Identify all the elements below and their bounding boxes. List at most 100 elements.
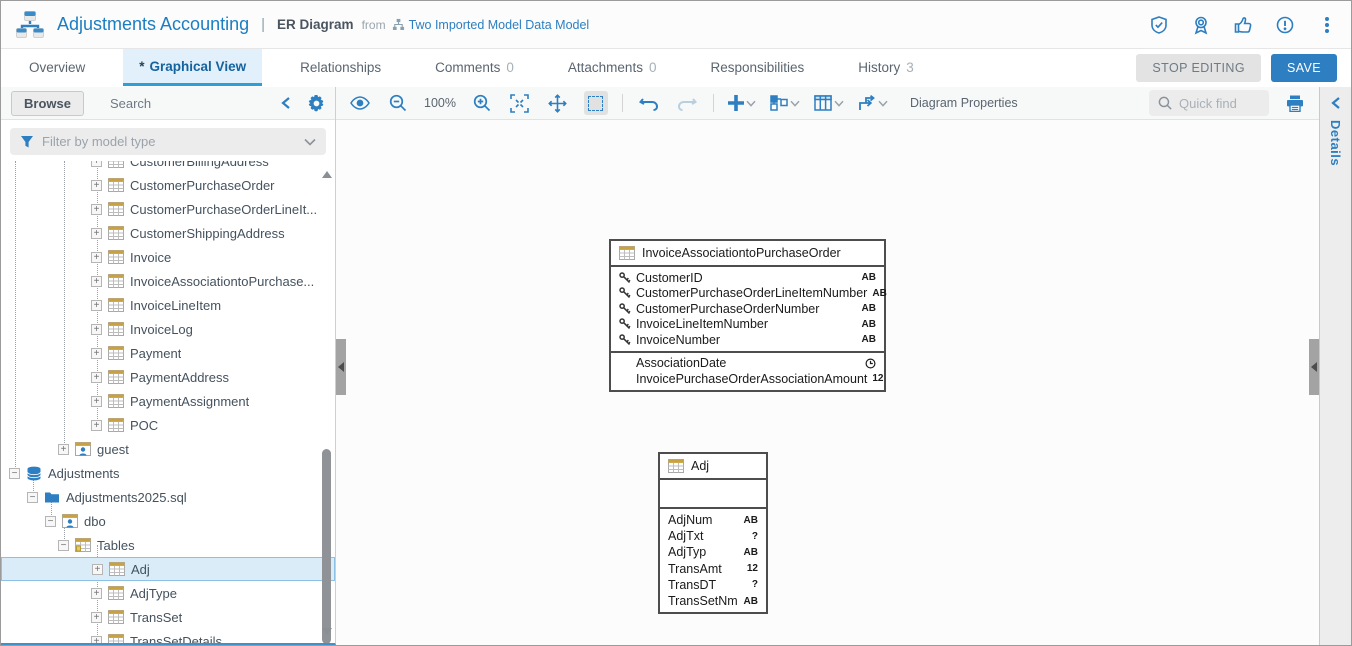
expand-details-icon[interactable]	[1330, 96, 1342, 110]
entity-header[interactable]: InvoiceAssociationtoPurchaseOrder	[611, 241, 884, 265]
redo-icon[interactable]	[675, 91, 699, 115]
expand-toggle[interactable]: +	[91, 204, 102, 215]
tree-item-table[interactable]: + POC	[1, 413, 335, 437]
marquee-select-icon[interactable]	[584, 91, 608, 115]
tree-item-table[interactable]: + PaymentAddress	[1, 365, 335, 389]
collapse-sidebar-icon[interactable]	[280, 96, 292, 110]
expand-toggle[interactable]: +	[92, 564, 103, 575]
table-columns-dropdown[interactable]	[814, 95, 844, 111]
model-link[interactable]: Two Imported Model Data Model	[392, 18, 590, 32]
attribute-row[interactable]: InvoicePurchaseOrderAssociationAmount 12	[611, 371, 884, 387]
save-button[interactable]: SAVE	[1271, 54, 1337, 82]
details-panel-label[interactable]: Details	[1328, 120, 1343, 166]
tree-item-tables-folder[interactable]: − Tables	[1, 533, 335, 557]
zoom-in-icon[interactable]	[470, 91, 494, 115]
expand-toggle[interactable]: +	[91, 372, 102, 383]
model-type-filter[interactable]	[10, 128, 326, 155]
expand-toggle[interactable]: +	[91, 252, 102, 263]
tab-graphical-view[interactable]: * Graphical View	[123, 49, 262, 86]
entity-adj[interactable]: Adj AdjNum AB AdjTxt ?	[658, 452, 768, 614]
attribute-row[interactable]: CustomerID AB	[611, 270, 884, 286]
scroll-down-arrow[interactable]	[322, 628, 332, 635]
entity-header[interactable]: Adj	[660, 454, 766, 478]
add-object-dropdown[interactable]	[728, 95, 756, 111]
expand-toggle[interactable]: +	[91, 300, 102, 311]
expand-toggle[interactable]: +	[91, 276, 102, 287]
expand-toggle[interactable]: +	[91, 348, 102, 359]
expand-toggle[interactable]: +	[91, 324, 102, 335]
attribute-row[interactable]: CustomerPurchaseOrderNumber AB	[611, 301, 884, 317]
attribute-row[interactable]: AdjTxt ?	[660, 528, 766, 544]
tab-responsibilities[interactable]: Responsibilities	[694, 49, 820, 86]
expand-toggle[interactable]: +	[91, 588, 102, 599]
expand-toggle[interactable]: −	[27, 492, 38, 503]
tree-item-table[interactable]: + Invoice	[1, 245, 335, 269]
entity-invoice-association[interactable]: InvoiceAssociationtoPurchaseOrder Custom…	[609, 239, 886, 392]
tree-item-table[interactable]: + CustomerPurchaseOrder	[1, 173, 335, 197]
tab-comments[interactable]: Comments 0	[419, 49, 530, 86]
expand-toggle[interactable]: +	[91, 420, 102, 431]
attribute-row[interactable]: InvoiceNumber AB	[611, 332, 884, 348]
diagram-area[interactable]: InvoiceAssociationtoPurchaseOrder Custom…	[336, 120, 1319, 645]
right-panel-collapse-handle[interactable]	[1309, 339, 1319, 395]
zoom-level[interactable]: 100%	[424, 96, 456, 110]
search-tab[interactable]: Search	[110, 96, 151, 111]
expand-toggle[interactable]: −	[45, 516, 56, 527]
fit-to-screen-icon[interactable]	[508, 91, 532, 115]
tree-item-table[interactable]: + CustomerBillingAddress	[1, 161, 335, 173]
tree-item-table[interactable]: + CustomerPurchaseOrderLineIt...	[1, 197, 335, 221]
left-panel-collapse-handle[interactable]	[336, 339, 346, 395]
tree-item-table[interactable]: + InvoiceLog	[1, 317, 335, 341]
tree-item-schema[interactable]: + guest	[1, 437, 335, 461]
expand-toggle[interactable]: +	[91, 161, 102, 167]
expand-toggle[interactable]: +	[91, 396, 102, 407]
kebab-menu-icon[interactable]	[1317, 15, 1337, 35]
diagram-objects-dropdown[interactable]	[770, 95, 800, 111]
zoom-out-icon[interactable]	[386, 91, 410, 115]
expand-toggle[interactable]: +	[91, 612, 102, 623]
attribute-row[interactable]: CustomerPurchaseOrderLineItemNumber AB	[611, 286, 884, 302]
diagram-properties-button[interactable]: Diagram Properties	[910, 96, 1018, 110]
thumbs-up-icon[interactable]	[1233, 15, 1253, 35]
quick-find-input[interactable]	[1179, 96, 1260, 111]
expand-toggle[interactable]: +	[91, 228, 102, 239]
gear-icon[interactable]	[308, 95, 325, 112]
expand-toggle[interactable]: +	[91, 180, 102, 191]
browse-tab[interactable]: Browse	[11, 91, 84, 116]
tree-item-table-selected[interactable]: + Adj	[1, 557, 335, 581]
tab-history[interactable]: History 3	[842, 49, 930, 86]
tree-item-folder[interactable]: − Adjustments2025.sql	[1, 485, 335, 509]
attribute-row[interactable]: AssociationDate	[611, 356, 884, 372]
attribute-row[interactable]: TransSetNm AB	[660, 593, 766, 609]
visibility-eye-icon[interactable]	[348, 91, 372, 115]
filter-input[interactable]	[42, 134, 296, 149]
attribute-row[interactable]: TransDT ?	[660, 577, 766, 593]
relationship-dropdown[interactable]	[858, 95, 888, 112]
tree-item-table[interactable]: + AdjType	[1, 581, 335, 605]
stop-editing-button[interactable]: STOP EDITING	[1136, 54, 1261, 82]
tree-item-database[interactable]: − Adjustments	[1, 461, 335, 485]
tree-item-table[interactable]: + PaymentAssignment	[1, 389, 335, 413]
tree-item-table[interactable]: + InvoiceAssociationtoPurchase...	[1, 269, 335, 293]
tree-item-table[interactable]: + TransSet	[1, 605, 335, 629]
scrollbar-thumb[interactable]	[322, 449, 331, 643]
print-icon[interactable]	[1283, 91, 1307, 115]
tree-item-table[interactable]: + Payment	[1, 341, 335, 365]
quick-find-box[interactable]	[1149, 90, 1269, 116]
tree-item-table[interactable]: + InvoiceLineItem	[1, 293, 335, 317]
attribute-row[interactable]: AdjTyp AB	[660, 544, 766, 560]
tree-item-table[interactable]: + TransSetDetails	[1, 629, 335, 643]
pan-tool-icon[interactable]	[546, 91, 570, 115]
alert-circle-icon[interactable]	[1275, 15, 1295, 35]
tab-relationships[interactable]: Relationships	[284, 49, 397, 86]
expand-toggle[interactable]: −	[9, 468, 20, 479]
shield-check-icon[interactable]	[1149, 15, 1169, 35]
attribute-row[interactable]: TransAmt 12	[660, 561, 766, 577]
expand-toggle[interactable]: +	[91, 636, 102, 644]
attribute-row[interactable]: InvoiceLineItemNumber AB	[611, 317, 884, 333]
tree-item-table[interactable]: + CustomerShippingAddress	[1, 221, 335, 245]
award-ribbon-icon[interactable]	[1191, 15, 1211, 35]
scroll-up-arrow[interactable]	[322, 171, 332, 178]
expand-toggle[interactable]: +	[58, 444, 69, 455]
undo-icon[interactable]	[637, 91, 661, 115]
